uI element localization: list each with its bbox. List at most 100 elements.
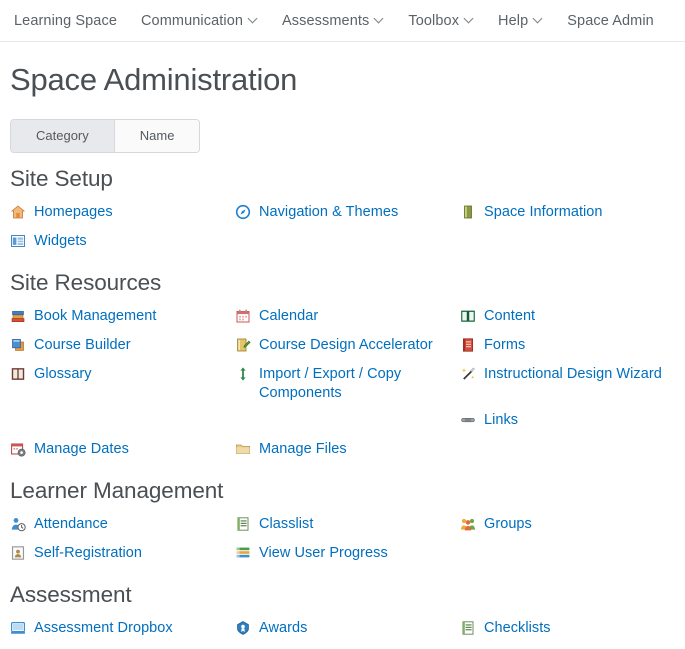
tool-link-label[interactable]: Checklists	[484, 619, 551, 638]
tab-name[interactable]: Name	[114, 119, 200, 152]
tool-link-label[interactable]: Instructional Design Wizard	[484, 365, 662, 384]
nav-item-label: Space Admin	[567, 12, 654, 29]
tool-link-self-registration[interactable]: Self-Registration	[8, 540, 233, 569]
admin-tool-sections: Site Setup Homepages Navigation & Themes Sp…	[8, 165, 685, 649]
tool-link-instructional-design-wizard[interactable]: Instructional Design Wizard	[458, 361, 685, 390]
tool-link-label[interactable]: Course Design Accelerator	[259, 336, 433, 355]
tool-link-label[interactable]: Space Information	[484, 203, 603, 222]
widgets-icon	[11, 234, 25, 247]
tool-link-view-user-progress[interactable]: View User Progress	[233, 540, 458, 569]
checklist-icon	[462, 620, 474, 635]
nav-item-label: Assessments	[282, 12, 370, 29]
chevron-down-icon	[465, 14, 474, 23]
section-site-setup: Site Setup Homepages Navigation & Themes Sp…	[8, 165, 685, 257]
tool-link-assessment-dropbox[interactable]: Assessment Dropbox	[8, 615, 233, 644]
tool-link-label[interactable]: Import / Export / Copy Components	[259, 365, 452, 403]
tool-link-groups[interactable]: Groups	[458, 511, 685, 540]
tool-link-navigation-themes[interactable]: Navigation & Themes	[233, 199, 458, 228]
tool-link-label[interactable]: Book Management	[34, 307, 156, 326]
tool-link-quizzes[interactable]: ?Quizzes	[458, 644, 685, 649]
tool-link-grid: Assessment Dropbox Awards Checklists Compet…	[8, 615, 685, 649]
open-book-icon	[461, 310, 475, 322]
nav-item-label: Help	[498, 12, 529, 29]
tool-link-classlist[interactable]: Classlist	[233, 511, 458, 540]
tool-link-label[interactable]: Classlist	[259, 515, 313, 534]
tool-link-label[interactable]: Calendar	[259, 307, 318, 326]
tool-link-label[interactable]: Attendance	[34, 515, 108, 534]
tool-link-label[interactable]: Self-Registration	[34, 544, 142, 563]
tool-link-manage-dates[interactable]: Manage Dates	[8, 436, 233, 465]
nav-item-label: Communication	[140, 12, 244, 29]
classlist-icon	[237, 516, 249, 531]
links-icon	[461, 417, 475, 422]
tool-link-content[interactable]: Content	[458, 303, 685, 332]
nav-item-label: Learning Space	[14, 12, 117, 29]
section-learner-management: Learner Management Attendance Classlist Gro…	[8, 477, 685, 569]
nav-item-label: Toolbox	[408, 12, 460, 29]
tool-link-label[interactable]: Content	[484, 307, 535, 326]
tool-link-label[interactable]: Forms	[484, 336, 525, 355]
section-title: Site Setup	[10, 165, 113, 191]
tool-link-homepages[interactable]: Homepages	[8, 199, 233, 228]
books-icon	[11, 310, 25, 322]
course-builder-icon	[12, 338, 24, 351]
tool-link-label[interactable]: Widgets	[34, 232, 87, 251]
tool-link-grid: Attendance Classlist Groups Self-Registrati…	[8, 511, 685, 569]
glossary-icon	[11, 367, 25, 380]
tool-link-links[interactable]: Links	[458, 407, 685, 436]
tool-link-attendance[interactable]: Attendance	[8, 511, 233, 540]
tool-link-label[interactable]: View User Progress	[259, 544, 388, 563]
tool-link-label[interactable]: Groups	[484, 515, 532, 534]
chevron-down-icon	[249, 14, 258, 23]
import-export-icon	[240, 367, 246, 381]
folder-icon	[236, 444, 250, 454]
tool-link-course-builder[interactable]: Course Builder	[8, 332, 233, 361]
wand-icon	[462, 367, 475, 380]
tool-link-label[interactable]: Glossary	[34, 365, 92, 384]
tool-link-calendar[interactable]: Calendar	[233, 303, 458, 332]
section-title: Learner Management	[10, 477, 224, 503]
tool-link-label[interactable]: Assessment Dropbox	[34, 619, 173, 638]
nav-item-communication[interactable]: Communication	[141, 13, 271, 29]
tool-link-course-design-accelerator[interactable]: Course Design Accelerator	[233, 332, 458, 361]
tool-link-grades[interactable]: Grades	[233, 644, 458, 649]
tab-category[interactable]: Category	[11, 119, 115, 152]
tool-link-import-export-copy-components[interactable]: Import / Export / Copy Components	[233, 361, 458, 407]
tool-link-manage-files[interactable]: Manage Files	[233, 436, 458, 465]
tool-link-label[interactable]: Course Builder	[34, 336, 131, 355]
chevron-down-icon	[375, 14, 384, 23]
tool-link-label[interactable]: Links	[484, 411, 518, 430]
nav-item-learning-space[interactable]: Learning Space	[14, 13, 130, 29]
nav-item-assessments[interactable]: Assessments	[282, 13, 397, 29]
section-title: Assessment	[10, 581, 132, 607]
tool-link-glossary[interactable]: Glossary	[8, 361, 233, 390]
tool-link-label[interactable]: Manage Dates	[34, 440, 129, 459]
groups-icon	[461, 518, 475, 531]
nav-item-toolbox[interactable]: Toolbox	[408, 13, 487, 29]
tool-link-label[interactable]: Manage Files	[259, 440, 347, 459]
view-mode-tabs: Category Name	[10, 118, 201, 153]
calendar-icon	[236, 309, 250, 323]
section-site-resources: Site Resources Book Management Calendar Con…	[8, 269, 685, 465]
nav-item-space-admin[interactable]: Space Admin	[567, 13, 667, 29]
tool-link-space-information[interactable]: Space Information	[458, 199, 685, 228]
tool-link-awards[interactable]: Awards	[233, 615, 458, 644]
top-navigation-bar: Learning Space Communication Assessments To…	[0, 0, 685, 42]
user-progress-icon	[236, 547, 250, 558]
tool-link-label[interactable]: Homepages	[34, 203, 113, 222]
tool-link-label[interactable]: Awards	[259, 619, 307, 638]
tool-link-book-management[interactable]: Book Management	[8, 303, 233, 332]
forms-icon	[463, 338, 473, 352]
section-title: Site Resources	[10, 269, 162, 295]
self-registration-icon	[11, 545, 25, 560]
green-book-icon	[464, 205, 472, 219]
tool-link-competencies[interactable]: Competencies	[8, 644, 233, 649]
tool-link-forms[interactable]: Forms	[458, 332, 685, 361]
tool-link-label[interactable]: Navigation & Themes	[259, 203, 398, 222]
design-accelerator-icon	[237, 338, 251, 352]
tool-link-checklists[interactable]: Checklists	[458, 615, 685, 644]
tool-link-widgets[interactable]: Widgets	[8, 228, 233, 257]
page-body: Space Administration Category Name Site S…	[0, 62, 685, 649]
nav-item-help[interactable]: Help	[498, 13, 556, 29]
house-icon	[10, 205, 26, 219]
